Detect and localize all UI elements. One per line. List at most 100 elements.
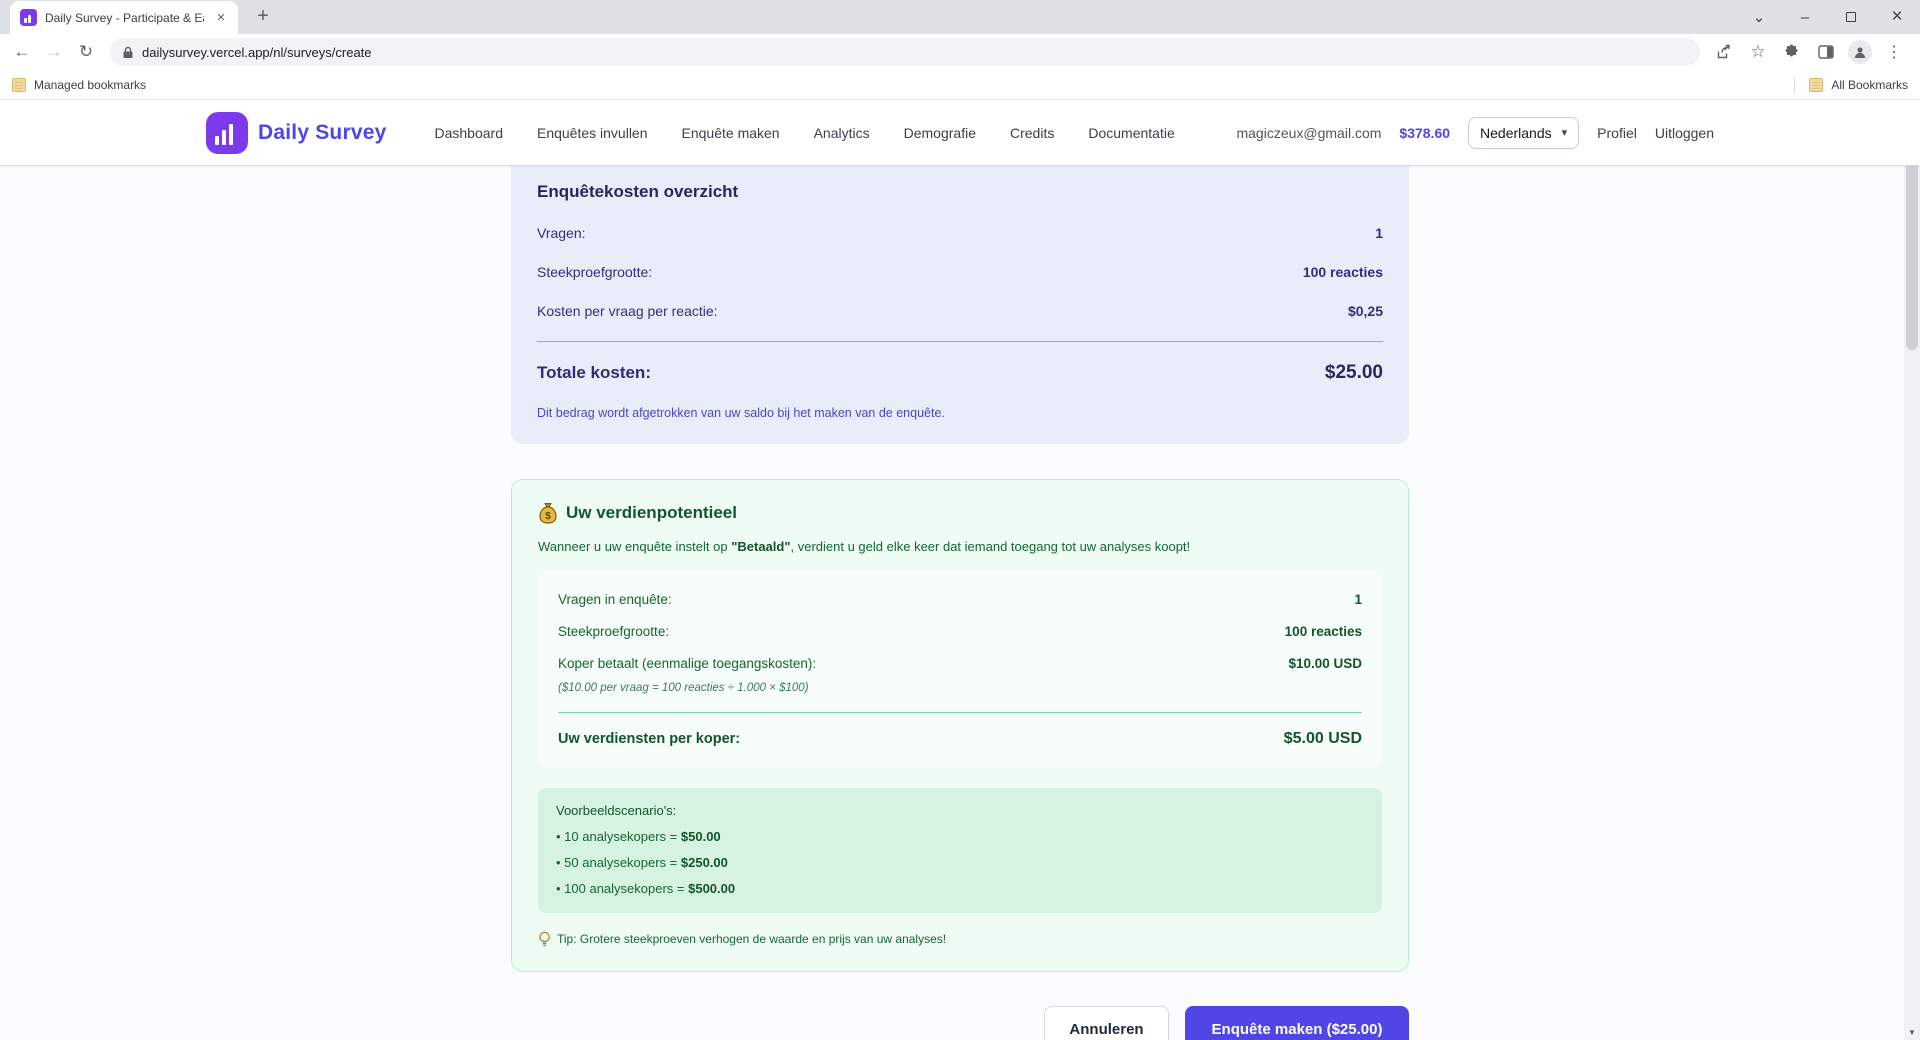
address-bar[interactable]: dailysurvey.vercel.app/nl/surveys/create [110,38,1700,66]
scenario-value: $50.00 [681,829,721,844]
browser-titlebar: Daily Survey - Participate & Earn × + ⌄ … [0,0,1920,34]
nav-credits[interactable]: Credits [1010,125,1054,141]
share-button[interactable] [1710,38,1738,66]
scroll-down-arrow[interactable]: ▼ [1904,1024,1920,1040]
brand-logo[interactable]: Daily Survey [206,112,386,154]
menu-button[interactable]: ⋮ [1880,38,1908,66]
bookmarks-separator [1794,77,1795,93]
back-button[interactable]: ← [8,38,36,66]
earning-intro-prefix: Wanneer u uw enquête instelt op [538,539,731,554]
money-bag-icon: $ [538,502,558,524]
reload-button[interactable]: ↻ [72,38,100,66]
profile-link[interactable]: Profiel [1597,125,1637,141]
divider [558,712,1362,713]
site-favicon-icon [20,9,37,26]
divider [537,341,1383,342]
tab-close-icon[interactable]: × [212,9,230,27]
language-select[interactable]: Nederlands ▾ [1468,117,1579,149]
chevron-down-icon: ▾ [1562,126,1568,139]
side-panel-button[interactable] [1812,38,1840,66]
earning-potential-card: $ Uw verdienpotentieel Wanneer u uw enqu… [511,479,1409,972]
person-icon [1853,45,1867,59]
bookmark-star-button[interactable]: ☆ [1744,38,1772,66]
site-header: Daily Survey Dashboard Enquêtes invullen… [0,100,1920,166]
earning-intro-bold: "Betaald" [731,539,790,554]
create-survey-button[interactable]: Enquête maken ($25.00) [1185,1006,1409,1040]
brand-name: Daily Survey [258,121,386,145]
minimize-button[interactable]: – [1782,0,1828,34]
earning-row-sample-size: Steekproefgrootte: 100 reacties [558,624,1362,639]
restore-button[interactable] [1828,0,1874,34]
earning-row-value: 100 reacties [1285,624,1362,639]
earning-row-value: 1 [1354,592,1362,607]
scenario-item: • 50 analysekopers = $250.00 [556,855,1364,870]
extensions-button[interactable] [1778,38,1806,66]
earning-intro-suffix: , verdient u geld elke keer dat iemand t… [791,539,1191,554]
share-icon [1716,44,1732,60]
cost-row-cost-per-question: Kosten per vraag per reactie: $0,25 [537,303,1383,319]
forward-button[interactable]: → [40,38,68,66]
earning-row-label: Steekproefgrootte: [558,624,669,639]
nav-demographics[interactable]: Demografie [904,125,976,141]
cost-row-label: Steekproefgrootte: [537,264,652,280]
lightbulb-icon [538,931,551,947]
earnings-per-buyer-value: $5.00 USD [1284,730,1362,748]
nav-documentation[interactable]: Documentatie [1088,125,1174,141]
language-selected-value: Nederlands [1480,125,1552,141]
scenario-value: $500.00 [688,881,735,896]
profile-avatar-button[interactable] [1846,38,1874,66]
scenarios-title: Voorbeeldscenario's: [556,803,1364,818]
cost-row-label: Kosten per vraag per reactie: [537,303,718,319]
avatar [1848,40,1872,64]
tip-text: Tip: Grotere steekproeven verhogen de wa… [557,932,946,946]
cost-note: Dit bedrag wordt afgetrokken van uw sald… [537,406,1383,420]
form-actions: Annuleren Enquête maken ($25.00) [511,1006,1409,1040]
earning-row-label: Koper betaalt (eenmalige toegangskosten)… [558,656,816,671]
earnings-per-buyer-row: Uw verdiensten per koper: $5.00 USD [558,730,1362,748]
cancel-button[interactable]: Annuleren [1044,1006,1169,1040]
earning-row-questions: Vragen in enquête: 1 [558,592,1362,607]
page-scrollbar[interactable]: ▲ ▼ [1904,100,1920,1040]
managed-bookmarks-label: Managed bookmarks [34,78,146,92]
nav-dashboard[interactable]: Dashboard [434,125,503,141]
earning-row-buyer-pays: Koper betaalt (eenmalige toegangskosten)… [558,656,1362,671]
main-nav: Dashboard Enquêtes invullen Enquête make… [434,125,1174,141]
earning-card-title: Uw verdienpotentieel [566,503,737,523]
all-bookmarks[interactable]: All Bookmarks [1794,77,1908,93]
scenario-text: • 50 analysekopers = [556,855,681,870]
cost-row-value: $0,25 [1348,303,1383,319]
earning-row-label: Vragen in enquête: [558,592,672,607]
all-bookmarks-label: All Bookmarks [1831,78,1908,92]
scenario-text: • 100 analysekopers = [556,881,688,896]
scenario-item: • 10 analysekopers = $50.00 [556,829,1364,844]
cost-row-value: 100 reacties [1303,264,1383,280]
puzzle-icon [1784,44,1800,60]
window-controls: ⌄ – × [1736,0,1920,34]
scenario-text: • 10 analysekopers = [556,829,681,844]
cost-row-label: Vragen: [537,225,586,241]
earning-details-box: Vragen in enquête: 1 Steekproefgrootte: … [538,570,1382,768]
earning-card-title-row: $ Uw verdienpotentieel [538,502,1382,524]
survey-cost-card: Enquêtekosten overzicht Vragen: 1 Steekp… [511,166,1409,444]
earning-intro: Wanneer u uw enquête instelt op "Betaald… [538,539,1382,554]
logout-link[interactable]: Uitloggen [1655,125,1714,141]
earning-row-value: $10.00 USD [1288,656,1362,671]
total-cost-label: Totale kosten: [537,363,651,383]
close-button[interactable]: × [1874,0,1920,34]
all-bookmarks-folder-icon [1809,78,1823,92]
browser-tab[interactable]: Daily Survey - Participate & Earn × [10,1,238,34]
cost-row-value: 1 [1375,225,1383,241]
tip-row: Tip: Grotere steekproeven verhogen de wa… [538,931,1382,947]
total-cost-row: Totale kosten: $25.00 [537,362,1383,384]
new-tab-button[interactable]: + [250,4,276,30]
balance-amount[interactable]: $378.60 [1399,125,1450,141]
nav-surveys-fill[interactable]: Enquêtes invullen [537,125,648,141]
managed-bookmarks[interactable]: Managed bookmarks [12,78,146,92]
svg-text:$: $ [545,511,551,522]
nav-survey-create[interactable]: Enquête maken [682,125,780,141]
cost-card-title: Enquêtekosten overzicht [537,182,1383,202]
page-content: Enquêtekosten overzicht Vragen: 1 Steekp… [0,166,1920,1040]
earnings-per-buyer-label: Uw verdiensten per koper: [558,731,740,747]
nav-analytics[interactable]: Analytics [814,125,870,141]
tab-search-icon[interactable]: ⌄ [1736,0,1782,34]
